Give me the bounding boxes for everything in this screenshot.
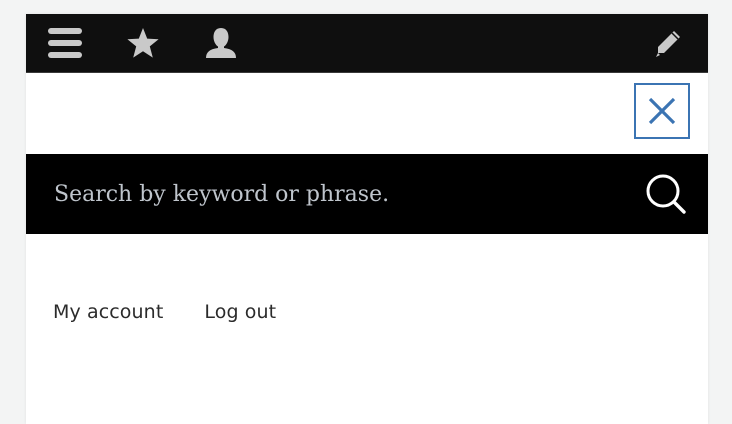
admin-toolbar: [26, 14, 708, 73]
page-frame: My account Log out: [26, 14, 708, 424]
log-out-link[interactable]: Log out: [204, 301, 276, 323]
user-icon: [206, 28, 236, 58]
search-button[interactable]: [642, 171, 690, 217]
hamburger-menu-icon: [48, 28, 82, 58]
star-icon: [127, 28, 159, 58]
account-menu: My account Log out: [53, 301, 276, 323]
close-icon: [648, 97, 676, 125]
shortcuts-button[interactable]: [124, 14, 162, 72]
user-button[interactable]: [202, 14, 240, 72]
search-input[interactable]: [54, 172, 614, 216]
edit-button[interactable]: [650, 14, 686, 72]
my-account-link[interactable]: My account: [53, 301, 163, 323]
pencil-icon: [656, 31, 680, 57]
search-icon: [646, 174, 686, 214]
close-button[interactable]: [634, 83, 690, 139]
menu-toggle-button[interactable]: [44, 14, 86, 72]
search-bar: [26, 154, 708, 234]
